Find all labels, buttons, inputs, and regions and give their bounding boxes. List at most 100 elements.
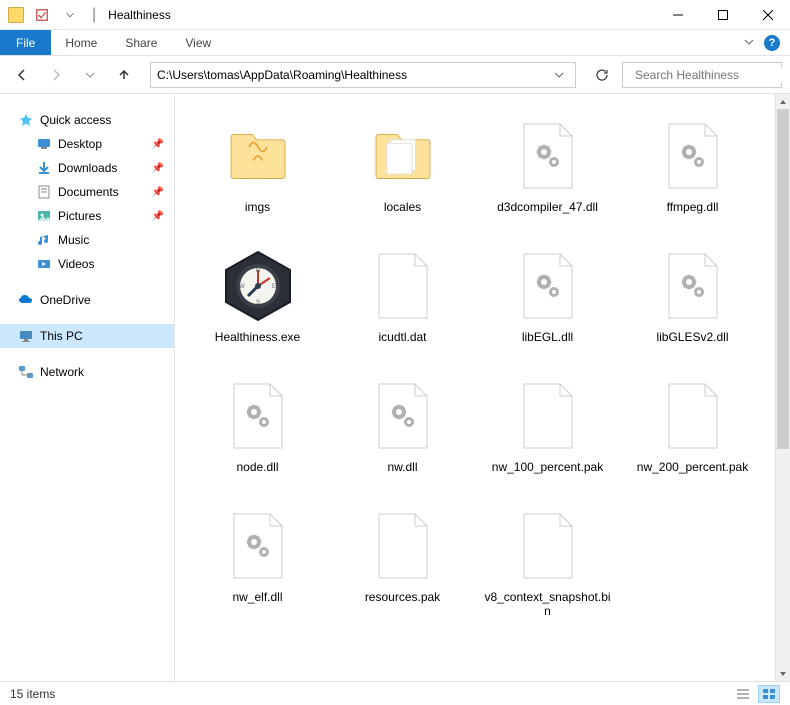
onedrive-icon: [18, 292, 34, 308]
sidebar-item-music[interactable]: Music: [0, 228, 174, 252]
recent-dropdown[interactable]: [76, 61, 104, 89]
navigation-bar: [0, 56, 790, 94]
qat-properties[interactable]: [32, 5, 52, 25]
file-name-label: nw_elf.dll: [232, 590, 282, 604]
navigation-pane: Quick access Desktop📌Downloads📌Documents…: [0, 94, 175, 681]
file-item[interactable]: nw_200_percent.pak: [620, 368, 765, 498]
downloads-icon: [36, 160, 52, 176]
file-list[interactable]: imgs locales d3dcompiler_47.dll ffmpeg.dll N…: [175, 94, 790, 681]
close-button[interactable]: [745, 0, 790, 30]
back-button[interactable]: [8, 61, 36, 89]
file-item[interactable]: NSEWHealthiness.exe: [185, 238, 330, 368]
this-pc-label: This PC: [40, 329, 83, 343]
pin-icon: 📌: [152, 211, 164, 222]
file-name-label: nw_100_percent.pak: [492, 460, 603, 474]
search-input[interactable]: [635, 68, 790, 82]
quick-access-label: Quick access: [40, 113, 111, 127]
network-item[interactable]: Network: [0, 360, 174, 384]
file-item[interactable]: nw_elf.dll: [185, 498, 330, 628]
sidebar-item-videos[interactable]: Videos: [0, 252, 174, 276]
vertical-scrollbar[interactable]: [775, 94, 790, 681]
file-tab[interactable]: File: [0, 30, 51, 55]
scroll-down-button[interactable]: [776, 666, 790, 681]
large-icons-view-button[interactable]: [758, 685, 780, 703]
file-name-label: ffmpeg.dll: [667, 200, 719, 214]
address-bar[interactable]: [150, 62, 576, 88]
file-item[interactable]: d3dcompiler_47.dll: [475, 108, 620, 238]
network-label: Network: [40, 365, 84, 379]
file-item[interactable]: icudtl.dat: [330, 238, 475, 368]
file-name-label: v8_context_snapshot.bin: [483, 590, 613, 619]
address-input[interactable]: [157, 63, 549, 87]
file-item[interactable]: v8_context_snapshot.bin: [475, 498, 620, 628]
file-name-label: nw_200_percent.pak: [637, 460, 748, 474]
file-name-label: node.dll: [236, 460, 278, 474]
file-icon: [363, 506, 443, 586]
onedrive-label: OneDrive: [40, 293, 91, 307]
file-icon: [508, 376, 588, 456]
pin-icon: 📌: [152, 187, 164, 198]
this-pc-icon: [18, 328, 34, 344]
refresh-button[interactable]: [588, 61, 616, 89]
file-name-label: d3dcompiler_47.dll: [497, 200, 598, 214]
scroll-thumb[interactable]: [777, 109, 789, 449]
forward-button[interactable]: [42, 61, 70, 89]
svg-text:E: E: [271, 284, 275, 290]
svg-text:N: N: [255, 268, 259, 274]
scroll-up-button[interactable]: [776, 94, 790, 109]
file-item[interactable]: imgs: [185, 108, 330, 238]
minimize-button[interactable]: [655, 0, 700, 30]
details-view-button[interactable]: [732, 685, 754, 703]
desktop-icon: [36, 136, 52, 152]
file-name-label: libGLESv2.dll: [656, 330, 728, 344]
file-name-label: libEGL.dll: [522, 330, 573, 344]
file-item[interactable]: locales: [330, 108, 475, 238]
ribbon-tabs: File Home Share View ?: [0, 30, 790, 56]
sidebar-item-documents[interactable]: Documents📌: [0, 180, 174, 204]
share-tab[interactable]: Share: [111, 30, 171, 55]
window-title: Healthiness: [108, 8, 171, 22]
file-icon: [363, 376, 443, 456]
star-icon: [18, 112, 34, 128]
help-button[interactable]: ?: [764, 35, 780, 51]
title-separator: |: [92, 6, 96, 24]
status-bar: 15 items: [0, 681, 790, 705]
up-button[interactable]: [110, 61, 138, 89]
ribbon-expand-icon[interactable]: [744, 34, 754, 52]
this-pc-item[interactable]: This PC: [0, 324, 174, 348]
qat-dropdown[interactable]: [60, 5, 80, 25]
file-item[interactable]: node.dll: [185, 368, 330, 498]
file-item[interactable]: libEGL.dll: [475, 238, 620, 368]
file-icon: [508, 506, 588, 586]
file-item[interactable]: nw.dll: [330, 368, 475, 498]
title-bar: | Healthiness: [0, 0, 790, 30]
pictures-icon: [36, 208, 52, 224]
videos-icon: [36, 256, 52, 272]
file-icon: [508, 246, 588, 326]
address-dropdown-icon[interactable]: [549, 70, 569, 80]
maximize-button[interactable]: [700, 0, 745, 30]
documents-icon: [36, 184, 52, 200]
file-item[interactable]: ffmpeg.dll: [620, 108, 765, 238]
sidebar-item-downloads[interactable]: Downloads📌: [0, 156, 174, 180]
sidebar-item-label: Desktop: [58, 137, 102, 151]
sidebar-item-pictures[interactable]: Pictures📌: [0, 204, 174, 228]
svg-text:W: W: [239, 284, 245, 290]
view-tab[interactable]: View: [171, 30, 225, 55]
search-box[interactable]: [622, 62, 782, 88]
onedrive-item[interactable]: OneDrive: [0, 288, 174, 312]
file-name-label: imgs: [245, 200, 270, 214]
home-tab[interactable]: Home: [51, 30, 111, 55]
file-name-label: resources.pak: [365, 590, 440, 604]
file-name-label: Healthiness.exe: [215, 330, 300, 344]
file-item[interactable]: resources.pak: [330, 498, 475, 628]
sidebar-item-label: Music: [58, 233, 89, 247]
file-icon: [363, 246, 443, 326]
file-item[interactable]: libGLESv2.dll: [620, 238, 765, 368]
quick-access-group[interactable]: Quick access: [0, 108, 174, 132]
file-icon: [218, 116, 298, 196]
music-icon: [36, 232, 52, 248]
file-icon: [218, 506, 298, 586]
file-item[interactable]: nw_100_percent.pak: [475, 368, 620, 498]
sidebar-item-desktop[interactable]: Desktop📌: [0, 132, 174, 156]
